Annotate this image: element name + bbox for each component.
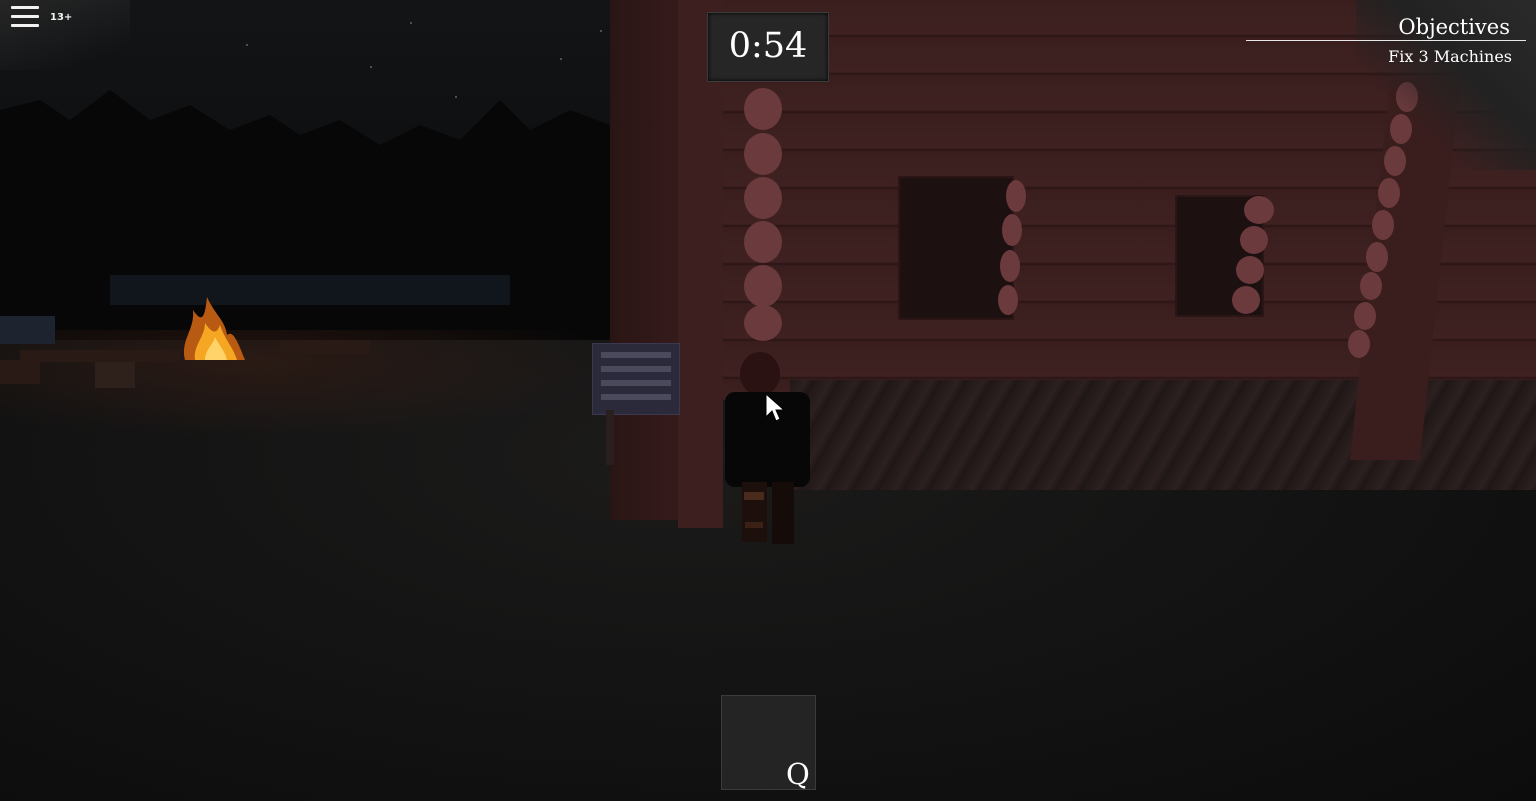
log-end xyxy=(1372,210,1394,240)
objectives-divider xyxy=(1246,40,1526,41)
log-end xyxy=(744,133,782,175)
log-end xyxy=(998,285,1018,315)
log-end xyxy=(1360,272,1382,300)
log-end xyxy=(1232,286,1260,314)
log-end xyxy=(1000,250,1020,282)
treeline xyxy=(0,90,640,350)
age-rating-badge: 13+ xyxy=(50,12,73,23)
log-end xyxy=(1366,242,1388,272)
cabin-window-left xyxy=(898,176,1014,320)
player-character xyxy=(725,352,810,544)
log-end xyxy=(1348,330,1370,358)
log-end xyxy=(744,305,782,341)
log-end xyxy=(1378,178,1400,208)
log-end xyxy=(744,221,782,263)
objective-task: Fix 3 Machines xyxy=(1388,47,1512,66)
log-end xyxy=(1354,302,1376,330)
mouse-pointer-icon xyxy=(765,393,785,422)
log-end xyxy=(744,177,782,219)
round-timer: 0:54 xyxy=(707,12,829,82)
log-end xyxy=(744,88,782,130)
log-end xyxy=(744,265,782,307)
objectives-title: Objectives xyxy=(1398,15,1510,39)
campfire xyxy=(183,297,245,360)
objectives-panel: Objectives Fix 3 Machines xyxy=(1246,14,1526,69)
notice-board-post xyxy=(606,410,614,465)
log-end xyxy=(1244,196,1274,224)
ability-keybind-label: Q xyxy=(786,757,810,791)
log-end xyxy=(1240,226,1268,254)
log-end xyxy=(1006,180,1026,212)
menu-icon[interactable] xyxy=(11,6,39,30)
log-end xyxy=(1002,214,1022,246)
notice-board[interactable] xyxy=(592,343,680,415)
log-end xyxy=(1236,256,1264,284)
